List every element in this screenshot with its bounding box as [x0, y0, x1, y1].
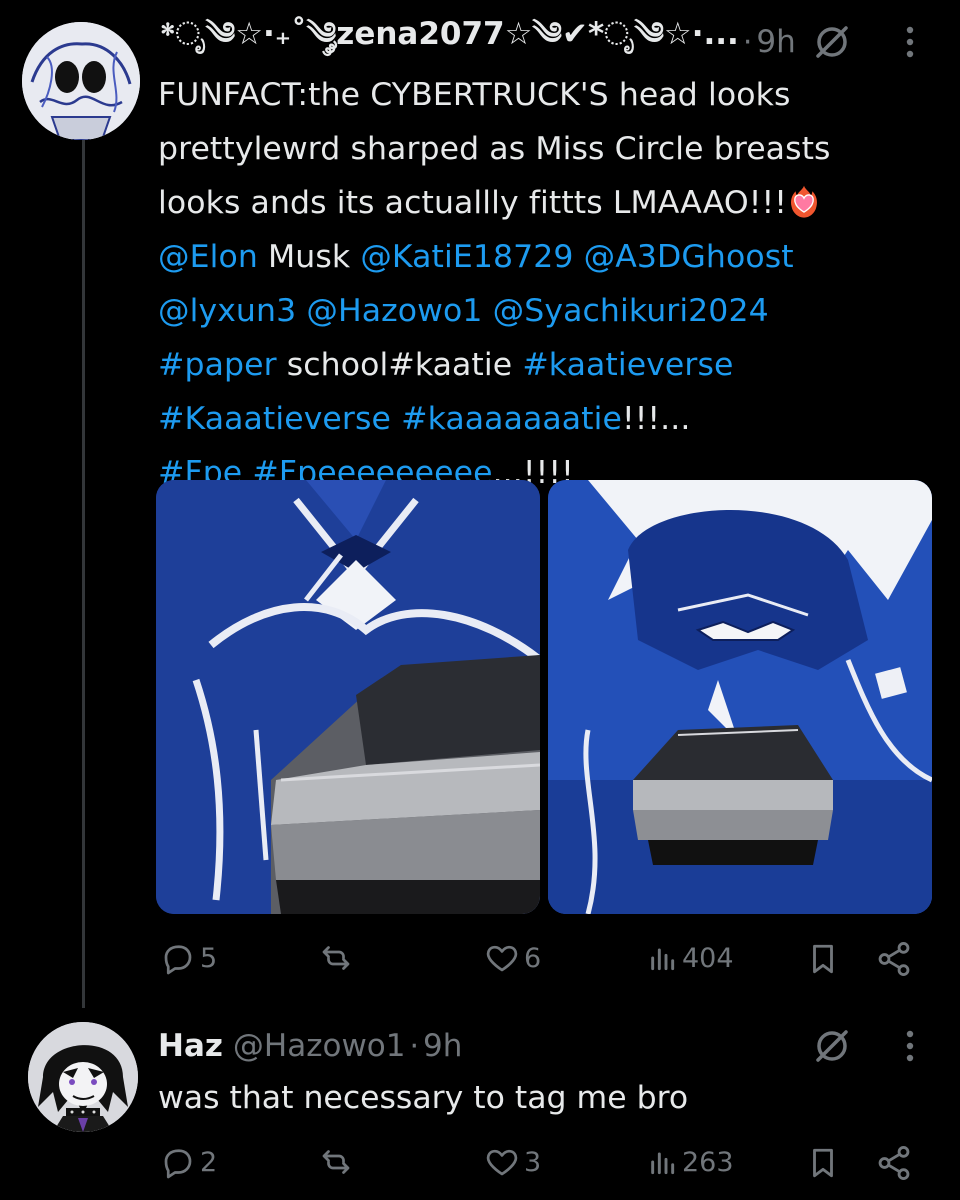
- view-count: 404: [682, 942, 734, 974]
- text-segment: [483, 293, 493, 329]
- views-icon: [651, 1152, 675, 1175]
- post-text-line: @Elon Musk @KatiE18729 @A3DGhoost: [158, 230, 918, 284]
- post-text-line: prettylewrd sharped as Miss Circle breas…: [158, 122, 918, 176]
- text-segment: school#kaatie: [276, 347, 523, 383]
- user-handle[interactable]: @Hazowo1: [233, 1028, 406, 1064]
- repost-button[interactable]: [316, 940, 360, 976]
- views-icon: [651, 948, 675, 971]
- text-segment: prettylewrd sharped as Miss Circle breas…: [158, 131, 831, 167]
- reply-icon: [164, 945, 192, 975]
- reply-button[interactable]: 2: [160, 1144, 217, 1180]
- post-header: *ೃ༄☆·₊˚༄༘zena2077☆༄✔*ೃ༄☆·... · 9h: [160, 16, 796, 66]
- text-segment: !!!...: [621, 401, 691, 437]
- display-name[interactable]: Haz: [158, 1028, 223, 1064]
- timestamp[interactable]: 9h: [756, 24, 795, 60]
- repost-icon: [322, 946, 350, 970]
- more-options-icon[interactable]: [904, 1028, 916, 1064]
- media-image-2[interactable]: [548, 480, 932, 914]
- hashtag-link[interactable]: #kaatieverse: [522, 347, 733, 383]
- post-header: Haz @Hazowo1 · 9h: [158, 1022, 462, 1070]
- mention-link[interactable]: @KatiE18729: [360, 239, 573, 275]
- bookmark-icon[interactable]: [806, 1144, 840, 1182]
- post-text-line: FUNFACT:the CYBERTRUCK'S head looks: [158, 68, 918, 122]
- mention-link[interactable]: @A3DGhoost: [584, 239, 794, 275]
- text-segment: [296, 293, 306, 329]
- repost-button[interactable]: [316, 1144, 360, 1180]
- grok-icon[interactable]: [812, 22, 852, 62]
- mention-link[interactable]: @Elon: [158, 239, 258, 275]
- share-icon[interactable]: [874, 1144, 914, 1182]
- hashtag-link[interactable]: #kaaaaaaatie: [401, 401, 622, 437]
- view-count: 263: [682, 1146, 734, 1178]
- text-segment: [574, 239, 584, 275]
- separator-dot: ·: [409, 1028, 420, 1064]
- text-segment: [391, 401, 401, 437]
- mention-link[interactable]: @Hazowo1: [306, 293, 482, 329]
- avatar[interactable]: [22, 22, 140, 140]
- thread-connector-line: [82, 128, 85, 1008]
- grok-icon[interactable]: [812, 1026, 852, 1066]
- text-segment: FUNFACT:the CYBERTRUCK'S head looks: [158, 77, 791, 113]
- post-text: was that necessary to tag me bro: [158, 1080, 689, 1116]
- text-segment: looks ands its actuallly fittts LMAAAO!!…: [158, 185, 787, 221]
- media-image-1[interactable]: [156, 480, 540, 914]
- mention-link[interactable]: @Syachikuri2024: [493, 293, 769, 329]
- media-grid: [156, 480, 932, 914]
- views-button[interactable]: 404: [646, 940, 734, 976]
- hashtag-link[interactable]: #Kaaatieverse: [158, 401, 391, 437]
- reply-count: 5: [200, 942, 218, 974]
- post-text-line: #Kaaatieverse #kaaaaaaatie!!!...: [158, 392, 918, 446]
- like-count: 6: [524, 942, 542, 974]
- reply-count: 2: [200, 1146, 218, 1178]
- bookmark-icon[interactable]: [806, 940, 840, 978]
- like-button[interactable]: 6: [484, 940, 541, 976]
- avatar[interactable]: [28, 1022, 138, 1132]
- timestamp[interactable]: 9h: [423, 1028, 462, 1064]
- views-button[interactable]: 263: [646, 1144, 734, 1180]
- reply-icon: [164, 1149, 192, 1179]
- share-icon[interactable]: [874, 940, 914, 978]
- reply-button[interactable]: 5: [160, 940, 217, 976]
- separator-dot: ·: [742, 24, 753, 60]
- post-text: FUNFACT:the CYBERTRUCK'S head looks prett…: [158, 68, 918, 500]
- like-button[interactable]: 3: [484, 1144, 541, 1180]
- post-text-line: #paper school#kaatie #kaatieverse: [158, 338, 918, 392]
- heart-on-fire-emoji-icon: [791, 185, 817, 218]
- post-text-line: @lyxun3 @Hazowo1 @Syachikuri2024: [158, 284, 918, 338]
- repost-icon: [322, 1150, 350, 1174]
- text-segment: Musk: [257, 239, 361, 275]
- mention-link[interactable]: @lyxun3: [158, 293, 296, 329]
- post-text-line: looks ands its actuallly fittts LMAAAO!!…: [158, 176, 918, 230]
- hashtag-link[interactable]: #paper: [158, 347, 277, 383]
- more-options-icon[interactable]: [904, 24, 916, 60]
- heart-icon: [486, 945, 518, 972]
- heart-icon: [486, 1149, 518, 1176]
- like-count: 3: [524, 1146, 542, 1178]
